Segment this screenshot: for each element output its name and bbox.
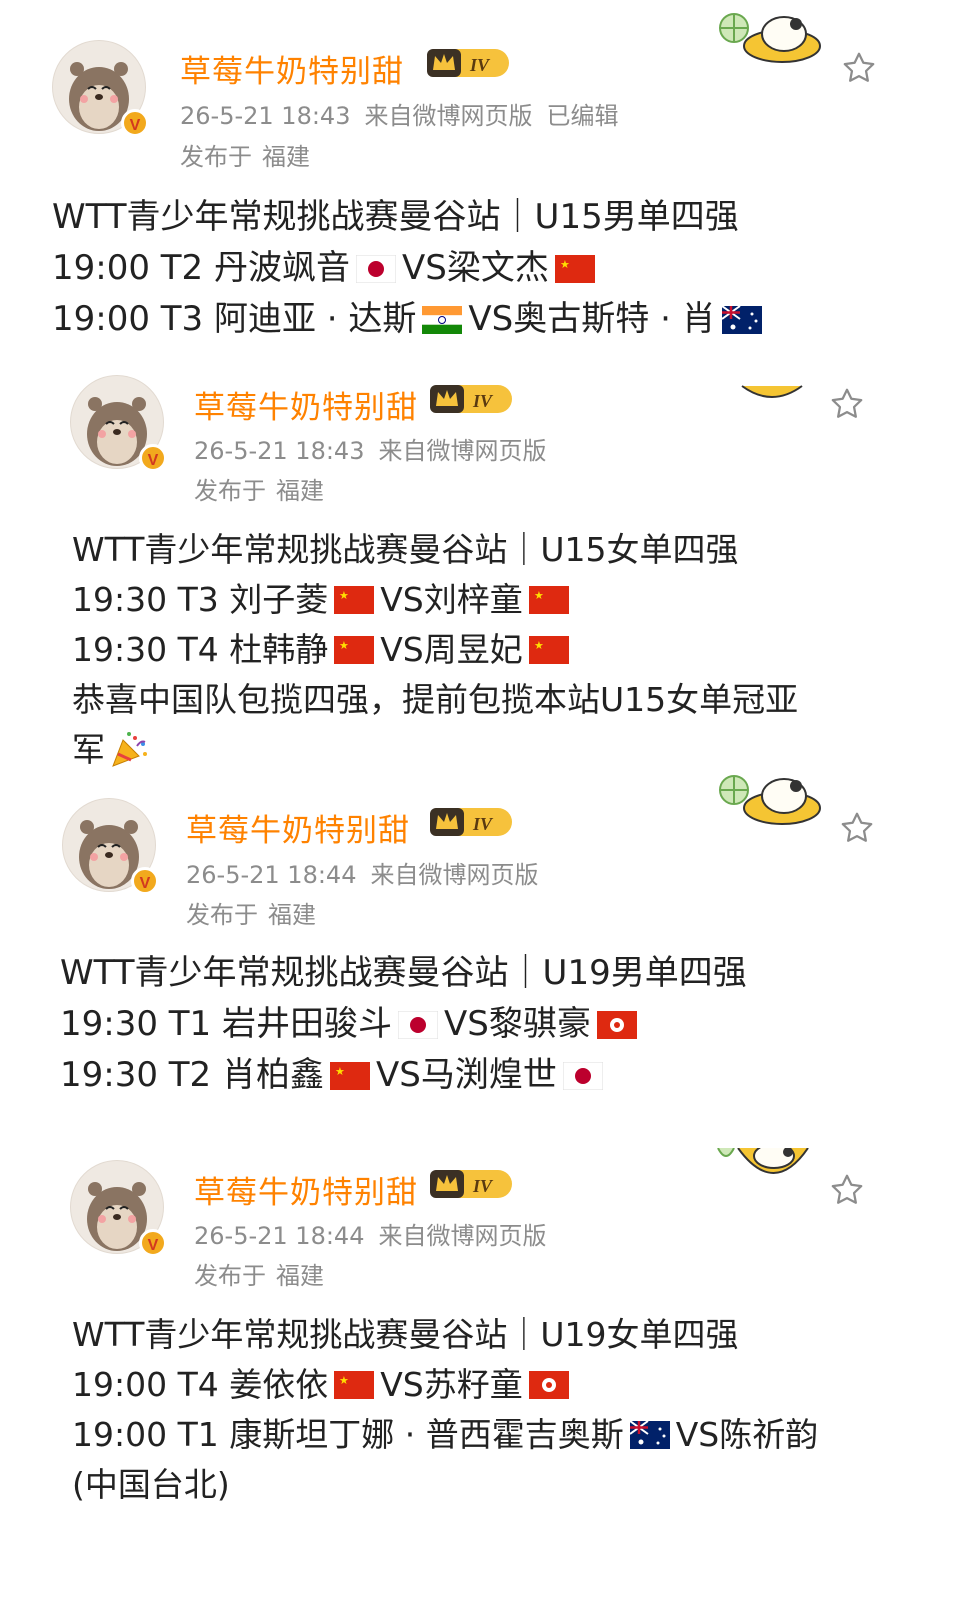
post-location: 发布于 福建: [194, 477, 324, 505]
level-crown-badge-icon: IV: [430, 385, 512, 413]
svg-text:IV: IV: [469, 55, 491, 75]
svg-text:IV: IV: [472, 1176, 494, 1196]
post-body: WTT青少年常规挑战赛曼谷站｜U15女单四强 19:30 T3 刘子菱 ★ VS…: [72, 525, 798, 775]
user-avatar[interactable]: V: [70, 1160, 167, 1257]
japan-flag-icon: [562, 1061, 603, 1090]
svg-text:★: ★: [339, 1374, 349, 1387]
svg-text:★: ★: [560, 258, 570, 271]
hongkong-flag-icon: [596, 1010, 637, 1039]
svg-text:★: ★: [335, 1065, 345, 1078]
china-flag-icon: ★: [554, 254, 595, 283]
match-line: 19:00 T3 阿迪亚 · 达斯 VS 奥古斯特 · 肖: [52, 294, 768, 345]
post-source: 来自微博网页版: [378, 1222, 547, 1250]
favorite-star-icon[interactable]: [838, 810, 876, 846]
post-location: 发布于 福建: [186, 901, 316, 929]
svg-text:IV: IV: [472, 391, 494, 411]
post-time[interactable]: 26-5-21 18:44: [186, 861, 356, 889]
verified-badge-icon: V: [139, 444, 167, 472]
match-line: 19:30 T2 肖柏鑫 ★ VS 马渕煌世: [60, 1050, 747, 1101]
japan-flag-icon: [356, 254, 396, 283]
edited-label[interactable]: 已编辑: [546, 102, 618, 130]
card-decoration-icon: [717, 1148, 809, 1174]
china-flag-icon: ★: [334, 586, 375, 614]
svg-text:★: ★: [534, 639, 544, 652]
svg-text:★: ★: [534, 589, 544, 602]
svg-text:★: ★: [339, 639, 349, 652]
post-source: 来自微博网页版: [364, 102, 533, 130]
post-time[interactable]: 26-5-21 18:44: [194, 1222, 364, 1250]
match-line: 19:30 T4 杜韩静 ★ VS 周昱妃 ★: [72, 625, 798, 675]
post-line: WTT青少年常规挑战赛曼谷站｜U19男单四强: [60, 953, 747, 993]
favorite-star-icon[interactable]: [828, 1172, 866, 1208]
favorite-star-icon[interactable]: [840, 50, 878, 86]
china-flag-icon: ★: [334, 636, 375, 664]
verified-badge-icon: V: [139, 1229, 167, 1257]
svg-text:★: ★: [339, 589, 349, 602]
username[interactable]: 草莓牛奶特别甜: [180, 46, 404, 91]
verified-badge-icon: V: [131, 867, 159, 895]
india-flag-icon: [422, 305, 463, 334]
post-line: WTT青少年常规挑战赛曼谷站｜U19女单四强: [72, 1315, 739, 1354]
username[interactable]: 草莓牛奶特别甜: [194, 382, 418, 427]
post-line: WTT青少年常规挑战赛曼谷站｜U15男单四强: [52, 197, 739, 237]
post-line: (中国台北): [72, 1465, 230, 1504]
post-location: 发布于 福建: [194, 1262, 324, 1290]
verified-badge-icon: V: [121, 109, 149, 137]
post-body: WTT青少年常规挑战赛曼谷站｜U19男单四强 19:30 T1 岩井田骏斗 VS…: [60, 948, 747, 1101]
user-avatar[interactable]: V: [70, 375, 167, 472]
card-decoration-icon: [719, 13, 821, 63]
post-line: WTT青少年常规挑战赛曼谷站｜U15女单四强: [72, 530, 739, 569]
level-crown-badge-icon: IV: [430, 808, 512, 836]
card-decoration-icon: [741, 385, 803, 398]
user-avatar[interactable]: V: [62, 798, 159, 895]
post-time[interactable]: 26-5-21 18:43: [194, 437, 364, 465]
match-line: 19:00 T4 姜依依 ★ VS 苏籽童: [72, 1360, 818, 1410]
post-location: 发布于 福建: [180, 143, 310, 171]
post-meta: 26-5-21 18:44 来自微博网页版: [194, 1216, 560, 1251]
post-source: 来自微博网页版: [370, 861, 539, 889]
username[interactable]: 草莓牛奶特别甜: [186, 805, 410, 850]
post-body: WTT青少年常规挑战赛曼谷站｜U15男单四强 19:00 T2 丹波飒音 VS 梁…: [52, 192, 768, 345]
match-line: 19:30 T1 岩井田骏斗 VS 黎骐豪: [60, 999, 747, 1050]
china-flag-icon: ★: [528, 636, 569, 664]
username[interactable]: 草莓牛奶特别甜: [194, 1167, 418, 1212]
svg-text:IV: IV: [472, 814, 494, 834]
post-meta: 26-5-21 18:44 来自微博网页版: [186, 855, 552, 890]
favorite-star-icon[interactable]: [828, 386, 866, 422]
party-popper-icon: [112, 732, 147, 767]
post-meta: 26-5-21 18:43 来自微博网页版: [194, 431, 560, 466]
hongkong-flag-icon: [528, 1371, 569, 1399]
level-crown-badge-icon: IV: [430, 1170, 512, 1198]
australia-flag-icon: [629, 1421, 670, 1449]
post-line: 恭喜中国队包揽四强，提前包揽本站U15女单冠亚: [72, 680, 799, 719]
china-flag-icon: ★: [334, 1371, 375, 1399]
china-flag-icon: ★: [528, 586, 569, 614]
japan-flag-icon: [398, 1010, 438, 1039]
level-crown-badge-icon: IV: [427, 49, 509, 77]
australia-flag-icon: [721, 305, 762, 334]
user-avatar[interactable]: V: [52, 40, 149, 137]
post-source: 来自微博网页版: [378, 437, 547, 465]
post-time[interactable]: 26-5-21 18:43: [180, 102, 350, 130]
china-flag-icon: ★: [330, 1061, 370, 1090]
match-line: 19:30 T3 刘子菱 ★ VS 刘梓童 ★: [72, 575, 798, 625]
post-body: WTT青少年常规挑战赛曼谷站｜U19女单四强 19:00 T4 姜依依 ★ VS…: [72, 1310, 818, 1510]
match-line: 19:00 T2 丹波飒音 VS 梁文杰 ★: [52, 243, 768, 294]
card-decoration-icon: [719, 775, 821, 825]
match-line: 19:00 T1 康斯坦丁娜 · 普西霍吉奥斯 VS 陈祈韵: [72, 1415, 819, 1454]
post-meta: 26-5-21 18:43 来自微博网页版 已编辑: [180, 96, 632, 131]
post-line: 军: [72, 725, 798, 775]
